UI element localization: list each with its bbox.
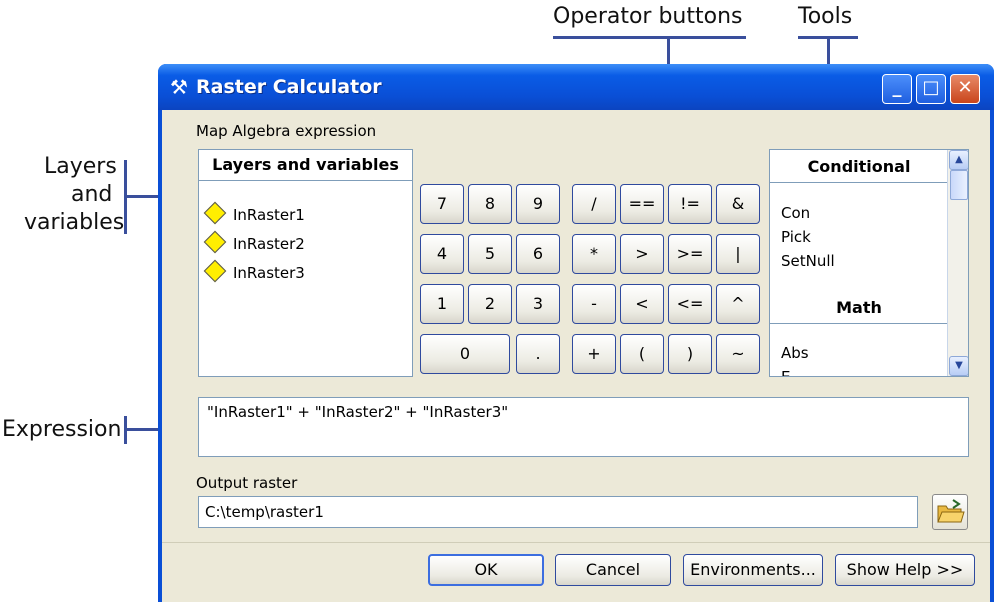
raster-calculator-window: ⚒ Raster Calculator _ □ ✕ Map Algebra ex… xyxy=(158,64,994,602)
key-less-equal[interactable]: <= xyxy=(668,284,712,324)
layer-label: InRaster1 xyxy=(233,206,305,224)
tools-list[interactable]: Conditional Con Pick SetNull Math Abs E … xyxy=(769,149,969,377)
key-divide[interactable]: / xyxy=(572,184,616,224)
scroll-down-icon[interactable]: ▼ xyxy=(949,356,968,376)
callout-layers-line2: and xyxy=(71,182,113,207)
key-2[interactable]: 2 xyxy=(468,284,512,324)
tool-item-setnull[interactable]: SetNull xyxy=(781,252,835,270)
minimize-button[interactable]: _ xyxy=(882,74,912,104)
cancel-button[interactable]: Cancel xyxy=(555,554,671,586)
key-8[interactable]: 8 xyxy=(468,184,512,224)
scroll-up-icon[interactable]: ▲ xyxy=(949,150,968,170)
show-help-button[interactable]: Show Help >> xyxy=(835,554,975,586)
math-header: Math xyxy=(770,293,948,324)
minimize-icon: _ xyxy=(892,77,902,98)
key-open-paren[interactable]: ( xyxy=(620,334,664,374)
layers-list[interactable]: Layers and variables InRaster1 InRaster2… xyxy=(198,149,413,377)
layer-item[interactable]: InRaster2 xyxy=(203,230,305,254)
hammer-icon: ⚒ xyxy=(170,75,188,99)
key-7[interactable]: 7 xyxy=(420,184,464,224)
scroll-thumb[interactable] xyxy=(950,170,968,200)
layer-label: InRaster2 xyxy=(233,235,305,253)
callout-operator-buttons: Operator buttons xyxy=(553,4,743,29)
key-equal[interactable]: == xyxy=(620,184,664,224)
close-icon: ✕ xyxy=(957,77,973,98)
tool-item-con[interactable]: Con xyxy=(781,204,810,222)
layer-label: InRaster3 xyxy=(233,264,305,282)
key-not[interactable]: ~ xyxy=(716,334,760,374)
layer-item[interactable]: InRaster1 xyxy=(203,201,305,225)
browse-folder-button[interactable] xyxy=(932,494,968,530)
maximize-button[interactable]: □ xyxy=(916,74,946,104)
output-raster-label: Output raster xyxy=(196,474,298,492)
tool-item-abs[interactable]: Abs xyxy=(781,344,809,362)
key-less[interactable]: < xyxy=(620,284,664,324)
key-or[interactable]: | xyxy=(716,234,760,274)
key-decimal[interactable]: . xyxy=(516,334,560,374)
callout-expression: Expression xyxy=(2,417,122,442)
close-button[interactable]: ✕ xyxy=(950,74,980,104)
maximize-icon: □ xyxy=(922,77,940,98)
output-raster-value: C:\temp\raster1 xyxy=(205,503,324,521)
key-9[interactable]: 9 xyxy=(516,184,560,224)
tool-item-e[interactable]: E xyxy=(781,368,790,376)
conditional-header: Conditional xyxy=(770,152,948,183)
footer-separator xyxy=(162,542,990,543)
key-0[interactable]: 0 xyxy=(420,334,510,374)
raster-layer-icon xyxy=(203,230,227,254)
key-not-equal[interactable]: != xyxy=(668,184,712,224)
callout-tools: Tools xyxy=(798,4,853,29)
key-6[interactable]: 6 xyxy=(516,234,560,274)
key-greater[interactable]: > xyxy=(620,234,664,274)
map-algebra-label: Map Algebra expression xyxy=(196,122,377,140)
tools-scrollbar[interactable]: ▲ ▼ xyxy=(947,150,968,376)
title-bar[interactable]: ⚒ Raster Calculator _ □ ✕ xyxy=(158,64,994,110)
key-and[interactable]: & xyxy=(716,184,760,224)
expression-text: "InRaster1" + "InRaster2" + "InRaster3" xyxy=(207,403,509,421)
key-3[interactable]: 3 xyxy=(516,284,560,324)
key-plus[interactable]: + xyxy=(572,334,616,374)
key-xor[interactable]: ^ xyxy=(716,284,760,324)
expression-input[interactable]: "InRaster1" + "InRaster2" + "InRaster3" xyxy=(198,397,969,457)
window-title: Raster Calculator xyxy=(196,76,382,98)
layer-item[interactable]: InRaster3 xyxy=(203,259,305,283)
raster-layer-icon xyxy=(203,201,227,225)
key-multiply[interactable]: * xyxy=(572,234,616,274)
open-folder-icon xyxy=(937,499,965,523)
key-greater-equal[interactable]: >= xyxy=(668,234,712,274)
key-1[interactable]: 1 xyxy=(420,284,464,324)
key-4[interactable]: 4 xyxy=(420,234,464,274)
callout-layers-line3: variables xyxy=(24,210,125,235)
raster-layer-icon xyxy=(203,259,227,283)
key-minus[interactable]: - xyxy=(572,284,616,324)
callout-layers-line1: Layers xyxy=(44,154,117,179)
ok-button[interactable]: OK xyxy=(428,554,544,586)
key-close-paren[interactable]: ) xyxy=(668,334,712,374)
environments-button[interactable]: Environments... xyxy=(683,554,823,586)
callout-underline xyxy=(553,36,746,39)
key-5[interactable]: 5 xyxy=(468,234,512,274)
dialog-body: Map Algebra expression Layers and variab… xyxy=(162,110,990,602)
tool-item-pick[interactable]: Pick xyxy=(781,228,811,246)
output-raster-input[interactable]: C:\temp\raster1 xyxy=(198,496,918,528)
layers-header: Layers and variables xyxy=(199,150,412,181)
